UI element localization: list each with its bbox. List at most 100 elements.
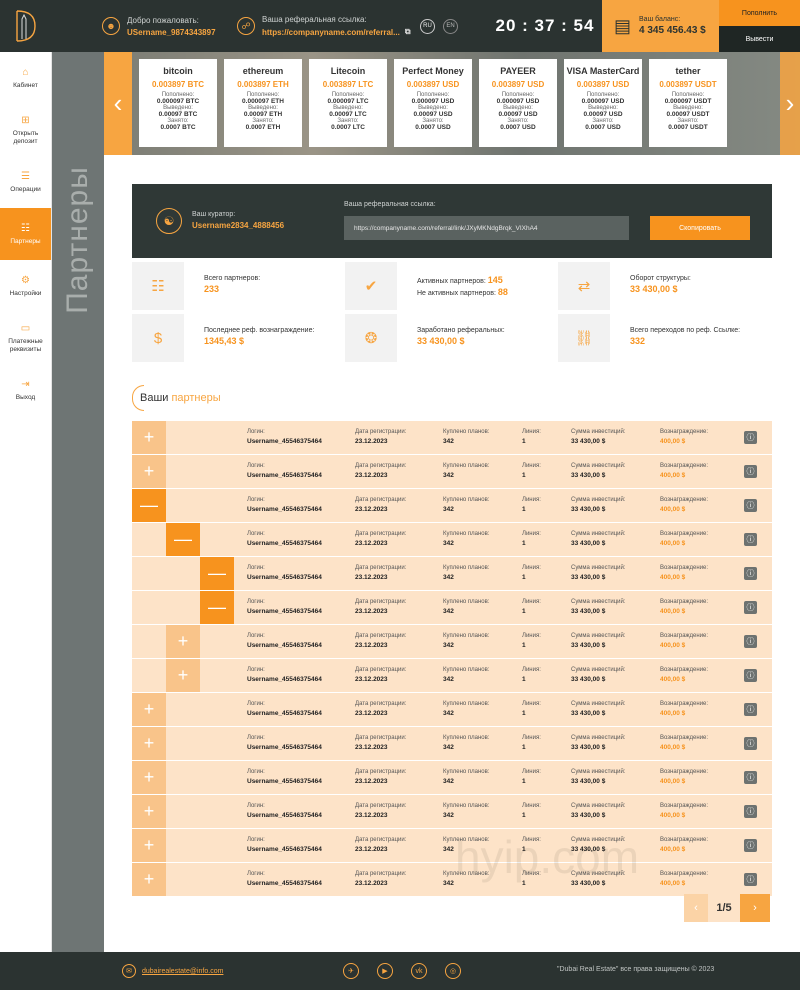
coin-card[interactable]: Litecoin 0.003897 LTC Пополнено: 0.000097 L… [309,59,387,147]
sidebar-item-5[interactable]: ⚙ Настройки [0,260,51,312]
table-row: + Логин: Username_45546375464 Дата регистра… [132,829,772,863]
ticker-next-button[interactable]: › [780,52,800,155]
cell-reward: Вознаграждение: 400,00 $ [660,802,708,820]
coin-withdrawn: 0.00097 USD [413,111,453,118]
info-button[interactable]: ⓘ [744,839,757,852]
footer-email-text[interactable]: dubairealestate@info.com [142,968,223,975]
info-button[interactable]: ⓘ [744,703,757,716]
deposit-button[interactable]: Пополнить [719,0,800,26]
cell-login: Логин: Username_45546375464 [247,870,322,888]
expand-button[interactable]: + [166,659,200,692]
sidebar-item-3[interactable]: ☰ Операции [0,156,51,208]
ref-link-input[interactable]: https://companyname.com/referral/link/JX… [344,216,629,240]
cell-reward-label: Вознаграждение: [660,633,709,639]
stat-text: Всего партнеров: 233 [204,274,260,296]
expand-button[interactable]: + [132,421,166,454]
cell-login: Логин: Username_45546375464 [247,428,322,446]
info-button[interactable]: ⓘ [744,669,757,682]
cell-line-label: Линия: [522,463,541,469]
balance-label: Ваш баланс: [639,16,681,23]
cell-invest-label: Сумма инвестиций: [571,565,626,571]
table-row: + Логин: Username_45546375464 Дата регистра… [132,727,772,761]
cell-reward-value: 400,00 $ [660,539,686,547]
chevron-left-icon: ‹ [694,902,698,914]
lang-ru[interactable]: RU [420,18,435,34]
sidebar-item-label: Платежные реквизиты [8,337,43,353]
cell-plans: Куплено планов: 342 [443,700,490,718]
expand-button[interactable]: + [132,761,166,794]
sidebar-item-4[interactable]: ☷ Партнеры [0,208,51,260]
copy-icon[interactable]: ⧉ [405,27,411,37]
page-next-button[interactable]: › [740,894,770,922]
instagram-icon[interactable]: ◎ [445,963,461,979]
expand-button[interactable]: + [132,693,166,726]
sidebar-item-label: Открыть депозит [12,129,39,145]
ticker-prev-button[interactable]: ‹ [104,52,132,155]
sidebar-item-1[interactable]: ⌂ Кабинет [0,52,51,104]
expand-button[interactable]: + [132,795,166,828]
coin-card[interactable]: Perfect Money 0.003897 USD Пополнено: 0.000… [394,59,472,147]
cell-reward-label: Вознаграждение: [660,429,709,435]
referral-box: ☯ Ваш куратор: Username2834_4888456 Ваша… [132,184,772,258]
coin-card[interactable]: tether 0.003897 USDT Пополнено: 0.000097 US… [649,59,727,147]
collapse-button[interactable]: — [200,591,234,624]
info-button[interactable]: ⓘ [744,499,757,512]
info-button[interactable]: ⓘ [744,465,757,478]
info-button[interactable]: ⓘ [744,635,757,648]
cell-reward-value: 400,00 $ [660,607,686,615]
coin-borrowed: 0.0007 LTC [331,124,365,131]
sidebar-item-2[interactable]: ⊞ Открыть депозит [0,104,51,156]
info-button[interactable]: ⓘ [744,431,757,444]
info-button[interactable]: ⓘ [744,567,757,580]
header-ref-link[interactable]: https://companyname.com/referral... [262,28,400,37]
telegram-icon[interactable]: ✈ [343,963,359,979]
expand-button[interactable]: + [166,625,200,658]
info-button[interactable]: ⓘ [744,737,757,750]
withdraw-button[interactable]: Вывести [719,26,800,52]
cell-login: Логин: Username_45546375464 [247,734,322,752]
cell-reward-label: Вознаграждение: [660,667,709,673]
page-prev-button[interactable]: ‹ [684,894,708,922]
cell-date: Дата регистрации: 23.12.2023 [355,870,406,888]
sidebar-item-7[interactable]: ⇥ Выход [0,364,51,416]
info-button[interactable]: ⓘ [744,533,757,546]
footer-email[interactable]: ✉ dubairealestate@info.com [122,964,223,978]
cell-date-value: 23.12.2023 [355,811,388,819]
collapse-button[interactable]: — [132,489,166,522]
stat-text: Всего переходов по реф. Ссылке: 332 [630,326,740,348]
sidebar-item-6[interactable]: ▭ Платежные реквизиты [0,312,51,364]
info-button[interactable]: ⓘ [744,873,757,886]
cell-line: Линия: 1 [522,462,541,480]
cell-reward-value: 400,00 $ [660,573,686,581]
mail-icon: ✉ [122,964,136,978]
coin-card[interactable]: VISA MasterCard 0.003897 USD Пополнено: 0.0… [564,59,642,147]
vk-icon[interactable]: vk [411,963,427,979]
copyright: "Dubai Real Estate" все права защищены ©… [557,966,715,973]
header-ref-block: ☍ Ваша реферальная ссылка: https://compan… [237,0,417,52]
cell-line: Линия: 1 [522,666,541,684]
expand-button[interactable]: + [132,829,166,862]
info-button[interactable]: ⓘ [744,771,757,784]
collapse-button[interactable]: — [166,523,200,556]
cell-login: Логин: Username_45546375464 [247,632,322,650]
cell-invest: Сумма инвестиций: 33 430,00 $ [571,564,626,582]
stat-label: Всего партнеров: [204,275,261,282]
info-button[interactable]: ⓘ [744,601,757,614]
expand-button[interactable]: + [132,863,166,896]
table-row: — Логин: Username_45546375464 Дата регистра… [132,523,772,557]
collapse-button[interactable]: — [200,557,234,590]
youtube-icon[interactable]: ▶ [377,963,393,979]
info-button[interactable]: ⓘ [744,805,757,818]
cell-reward-value: 400,00 $ [660,879,686,887]
coin-card[interactable]: ethereum 0.003897 ETH Пополнено: 0.000097 E… [224,59,302,147]
cell-invest-value: 33 430,00 $ [571,777,606,785]
expand-button[interactable]: + [132,455,166,488]
logo[interactable] [0,0,52,52]
expand-button[interactable]: + [132,727,166,760]
lang-en[interactable]: EN [443,18,458,34]
copy-button[interactable]: Скопировать [650,216,750,240]
cell-line-value: 1 [522,641,526,649]
coin-rate: 0.003897 USDT [659,80,717,89]
coin-card[interactable]: bitcoin 0.003897 BTC Пополнено: 0.000097 BT… [139,59,217,147]
coin-card[interactable]: PAYEER 0.003897 USD Пополнено: 0.000097 USD… [479,59,557,147]
